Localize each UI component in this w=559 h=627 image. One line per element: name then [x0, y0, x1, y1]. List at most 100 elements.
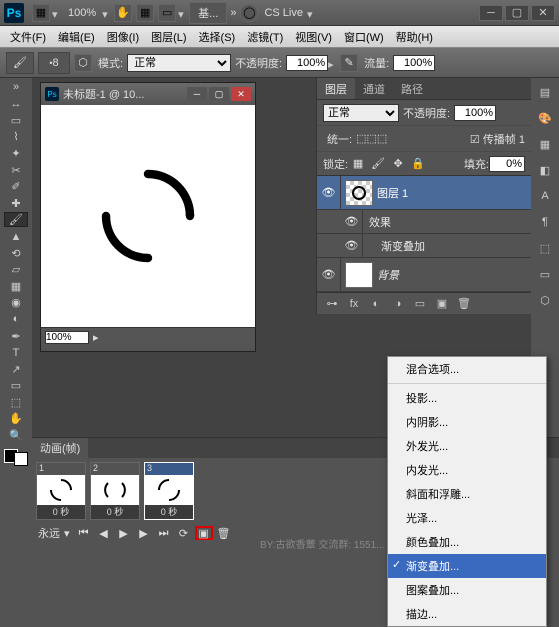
loop-select[interactable]: 永远	[38, 525, 60, 541]
layer-name[interactable]: 图层 1	[377, 185, 408, 201]
frame-delay[interactable]: 0 秒	[37, 505, 85, 519]
tab-channels[interactable]: 通道	[355, 78, 393, 99]
bridge-icon[interactable]: ▦	[32, 4, 50, 22]
layer-blend-select[interactable]: 正常	[323, 104, 399, 122]
gradient-tool[interactable]: ▦	[4, 279, 28, 294]
panel-icon[interactable]: ▦	[535, 134, 555, 154]
first-frame-button[interactable]: ⏮	[75, 526, 93, 540]
menu-item-color-overlay[interactable]: 颜色叠加...	[388, 530, 546, 554]
zoom-input[interactable]	[45, 331, 89, 344]
tablet-icon[interactable]: ✎	[340, 54, 358, 72]
hand-icon[interactable]: ✋	[114, 4, 132, 22]
lock-all-icon[interactable]: 🔒	[410, 156, 426, 172]
flow-input[interactable]	[393, 55, 435, 71]
cslive-label[interactable]: CS Live	[264, 7, 303, 19]
close-button[interactable]: ✕	[531, 5, 555, 21]
canvas[interactable]	[41, 105, 255, 327]
brush-panel-icon[interactable]: ⬡	[74, 54, 92, 72]
zoom-tool[interactable]: 🔍	[4, 428, 28, 443]
chevron-right-icon[interactable]: »	[230, 7, 236, 19]
doc-minimize-button[interactable]: ─	[187, 87, 207, 101]
frame[interactable]: 2 0 秒	[90, 462, 140, 520]
layer-thumb[interactable]	[345, 262, 373, 288]
visibility-icon[interactable]: 👁	[317, 258, 341, 291]
lock-pos-icon[interactable]: ✥	[390, 156, 406, 172]
last-frame-button[interactable]: ⏭	[155, 526, 173, 540]
opacity-input[interactable]	[286, 55, 328, 71]
layer-effects-row[interactable]: 👁 效果	[317, 210, 531, 234]
panel-icon[interactable]: ⬚	[535, 238, 555, 258]
tab-layers[interactable]: 图层	[317, 78, 355, 99]
visibility-icon[interactable]: 👁	[341, 234, 363, 257]
eraser-tool[interactable]: ▱	[4, 263, 28, 278]
dodge-tool[interactable]: ◐	[4, 312, 28, 327]
maximize-button[interactable]: ▢	[505, 5, 529, 21]
menu-item-inner-glow[interactable]: 内发光...	[388, 458, 546, 482]
crop-tool[interactable]: ✂	[4, 163, 28, 178]
lock-trans-icon[interactable]: ▦	[350, 156, 366, 172]
new-frame-button[interactable]: ▣	[195, 526, 213, 540]
folder-icon[interactable]: ▭	[410, 295, 430, 313]
doc-close-button[interactable]: ✕	[231, 87, 251, 101]
animation-tab-label[interactable]: 动画(帧)	[32, 438, 88, 458]
menu-edit[interactable]: 编辑(E)	[52, 29, 101, 45]
wand-tool[interactable]: ✦	[4, 146, 28, 161]
panel-icon[interactable]: 🎨	[535, 108, 555, 128]
layer-effect-item[interactable]: 👁 渐变叠加	[317, 234, 531, 258]
hand-tool[interactable]: ✋	[4, 411, 28, 426]
link-icon[interactable]: ⊶	[322, 295, 342, 313]
pen-tool[interactable]: ✒	[4, 329, 28, 344]
lasso-tool[interactable]: ⌇	[4, 130, 28, 145]
menu-help[interactable]: 帮助(H)	[390, 29, 439, 45]
menu-item-stroke[interactable]: 描边...	[388, 602, 546, 626]
panel-icon[interactable]: ◧	[535, 160, 555, 180]
brush-size[interactable]: • 8	[38, 52, 70, 74]
document-titlebar[interactable]: Ps 未标题-1 @ 10... ─ ▢ ✕	[41, 83, 255, 105]
menu-layer[interactable]: 图层(L)	[145, 29, 192, 45]
color-swatches[interactable]	[4, 449, 28, 466]
move-tool[interactable]: ↔	[4, 97, 28, 112]
status-arrow-icon[interactable]: ▸	[93, 331, 99, 344]
menu-item-pattern-overlay[interactable]: 图案叠加...	[388, 578, 546, 602]
menu-item-blend-options[interactable]: 混合选项...	[388, 357, 546, 381]
panel-icon[interactable]: ¶	[535, 212, 555, 232]
trash-icon[interactable]: 🗑	[454, 295, 474, 313]
tween-button[interactable]: ⟳	[175, 526, 193, 540]
grid-icon[interactable]: ▦	[136, 4, 154, 22]
trash-frame-button[interactable]: 🗑	[215, 526, 233, 540]
dropdown-icon[interactable]: »	[4, 80, 28, 95]
panel-icon[interactable]: ⬡	[535, 290, 555, 310]
menu-select[interactable]: 选择(S)	[193, 29, 242, 45]
view-icon[interactable]: ▭	[158, 4, 176, 22]
menu-item-gradient-overlay[interactable]: ✓渐变叠加...	[388, 554, 546, 578]
shape-tool[interactable]: ▭	[4, 378, 28, 393]
play-button[interactable]: ▶	[115, 526, 133, 540]
eyedropper-tool[interactable]: ✐	[4, 179, 28, 194]
menu-filter[interactable]: 滤镜(T)	[241, 29, 289, 45]
marquee-tool[interactable]: ▭	[4, 113, 28, 128]
new-layer-icon[interactable]: ▣	[432, 295, 452, 313]
propagate-check[interactable]: ☑ 传播帧 1	[470, 131, 525, 147]
menu-item-inner-shadow[interactable]: 内阴影...	[388, 410, 546, 434]
zoom-level[interactable]: 100%	[68, 7, 96, 19]
brush-tool[interactable]: 🖌	[4, 212, 28, 227]
menu-item-outer-glow[interactable]: 外发光...	[388, 434, 546, 458]
fill-input[interactable]	[489, 156, 525, 172]
visibility-icon[interactable]: 👁	[341, 210, 363, 233]
tool-preset-icon[interactable]: 🖌	[6, 52, 34, 74]
panel-icon[interactable]: A	[535, 186, 555, 206]
dropdown-icon[interactable]: ▾	[52, 8, 62, 18]
unify-icon[interactable]: ⬚	[366, 132, 376, 145]
stamp-tool[interactable]: ▲	[4, 229, 28, 244]
frame-delay[interactable]: 0 秒	[91, 505, 139, 519]
layer-thumb[interactable]	[345, 180, 373, 206]
fx-icon[interactable]: fx	[344, 295, 364, 313]
minimize-button[interactable]: ─	[479, 5, 503, 21]
workspace-tab[interactable]: 基...	[189, 2, 227, 24]
menu-window[interactable]: 窗口(W)	[338, 29, 390, 45]
menu-view[interactable]: 视图(V)	[289, 29, 338, 45]
menu-item-satin[interactable]: 光泽...	[388, 506, 546, 530]
unify-icon[interactable]: ⬚	[377, 132, 387, 145]
dropdown-icon[interactable]: ▸	[328, 58, 338, 68]
menu-item-drop-shadow[interactable]: 投影...	[388, 386, 546, 410]
